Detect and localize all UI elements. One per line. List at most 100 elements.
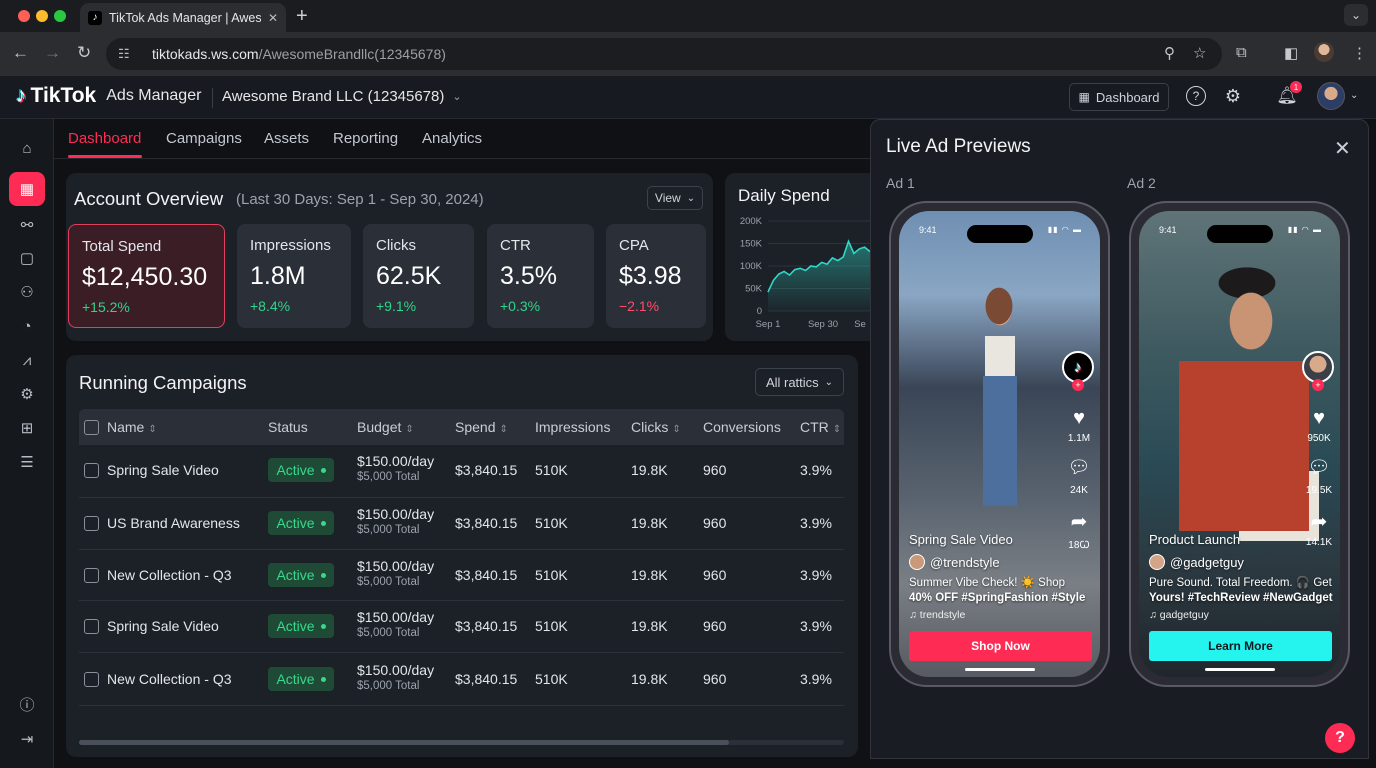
tab-assets[interactable]: Assets [264,130,309,147]
browser-profile-avatar[interactable] [1314,42,1334,62]
back-icon[interactable]: ← [12,43,29,63]
line-chart-icon[interactable]: ⩘ [9,343,45,377]
audience-icon[interactable]: ⚯ [9,208,45,242]
forward-icon[interactable]: → [44,43,61,63]
clicks-cell: 19.8K [631,567,668,583]
row-checkbox[interactable] [84,672,99,687]
reload-icon[interactable]: ↻ [77,43,91,63]
view-dropdown[interactable]: View ⌄ [647,186,703,210]
horizontal-scrollbar-thumb[interactable] [79,740,729,745]
zoom-icon[interactable]: ⚲ [1164,44,1175,62]
tiktok-logo[interactable]: ♪ TikTok Ads Manager [16,84,201,108]
close-window-button[interactable] [18,10,30,22]
column-header-conversions[interactable]: Conversions [703,419,781,435]
kpi-ctr[interactable]: CTR 3.5% +0.3% [487,224,594,328]
maximize-window-button[interactable] [54,10,66,22]
ad-1-video[interactable]: 9:41 ▮▮ ◠ ▬ ♪ + ♥ 1.1M 💬︎ 24K ➦ 18Ꞷ Spri… [899,211,1100,677]
address-bar[interactable]: ☷ tiktokads.ws.com /AwesomeBrandllc(1234… [106,38,1222,70]
minimize-window-button[interactable] [36,10,48,22]
tab-analytics[interactable]: Analytics [422,130,482,147]
campaign-name[interactable]: Spring Sale Video [107,618,219,634]
tab-campaigns[interactable]: Campaigns [166,130,242,147]
row-checkbox[interactable] [84,568,99,583]
browser-menu-icon[interactable]: ⋮ [1352,44,1367,62]
close-tab-icon[interactable]: ✕ [268,11,278,25]
follow-plus-icon[interactable]: + [1312,379,1324,391]
dynamic-island [967,225,1033,243]
add-asset-icon[interactable]: ⊞ [9,411,45,445]
campaign-name[interactable]: US Brand Awareness [107,515,240,531]
users-icon[interactable]: ⚇ [9,275,45,309]
dashboard-button[interactable]: ▦ Dashboard [1069,83,1169,111]
column-header-ctr[interactable]: CTR ⇕ [800,419,841,435]
settings-gear-icon[interactable]: ⚙ [1223,86,1243,106]
kpi-impressions[interactable]: Impressions 1.8M +8.4% [237,224,351,328]
dashboard-grid-icon[interactable]: ▦ [9,172,45,206]
video-title: Product Launch [1149,532,1241,547]
browser-tab[interactable]: ♪ TikTok Ads Manager | AwesomeBrand ✕ [80,3,286,32]
campaign-name[interactable]: Spring Sale Video [107,462,219,478]
follow-plus-icon[interactable]: + [1072,379,1084,391]
column-header-clicks[interactable]: Clicks ⇕ [631,419,681,435]
video-caption: Summer Vibe Check! ☀️ Shop 40% OFF #Spri… [909,577,1086,604]
column-header-impressions[interactable]: Impressions [535,419,610,435]
column-header-status[interactable]: Status [268,419,308,435]
kpi-value: $3.98 [619,262,682,290]
kpi-total-spend[interactable]: Total Spend $12,450.30 +15.2% [68,224,225,328]
help-icon[interactable]: ? [1186,86,1206,106]
creator-handle[interactable]: @trendstyle [909,554,1000,570]
extensions-icon[interactable]: ⧉ [1236,44,1247,61]
heart-icon[interactable]: ♥ [1306,407,1332,430]
campaign-name[interactable]: New Collection - Q3 [107,567,232,583]
home-icon[interactable]: ⌂ [9,131,45,165]
share-icon[interactable]: ➦ [1066,509,1092,534]
sort-icon: ⇕ [499,424,508,435]
help-floating-button[interactable]: ? [1325,723,1355,753]
select-all-checkbox[interactable] [84,420,99,435]
help-icon[interactable]: ⓘ [9,687,45,721]
kpi-value: 1.8M [250,262,306,290]
chevron-down-icon: ⌄ [686,192,696,204]
brand-name: TikTok [30,84,97,107]
campaign-name[interactable]: New Collection - Q3 [107,671,232,687]
settings-gear-icon[interactable]: ⚙ [9,377,45,411]
row-checkbox[interactable] [84,463,99,478]
column-header-name[interactable]: Name ⇕ [107,419,157,435]
tab-reporting[interactable]: Reporting [333,130,398,147]
column-header-budget[interactable]: Budget ⇕ [357,419,414,435]
kpi-cpa[interactable]: CPA $3.98 −2.1% [606,224,706,328]
ad-2-video[interactable]: 9:41 ▮▮ ◠ ▬ + ♥ 950K 💬︎ 19.5K ➦ 14.1K Pr… [1139,211,1340,677]
creator-handle[interactable]: @gadgetguy [1149,554,1244,570]
column-header-spend[interactable]: Spend ⇕ [455,419,508,435]
metrics-dropdown[interactable]: All rattics ⌄ [755,368,844,396]
kpi-clicks[interactable]: Clicks 62.5K +9.1% [363,224,474,328]
logout-icon[interactable]: ⇥ [9,722,45,756]
user-menu-chevron-icon[interactable]: ⌄ [1350,90,1358,101]
new-tab-button[interactable]: + [296,5,308,28]
heart-icon[interactable]: ♥ [1066,407,1092,430]
tab-search-button[interactable]: ⌄ [1344,4,1368,26]
shop-now-button[interactable]: Shop Now [909,631,1092,661]
share-icon[interactable]: ➦ [1306,509,1332,534]
comment-icon[interactable]: 💬︎ [1066,457,1092,478]
budget-cell: $150.00/day $5,000 Total [357,662,435,692]
row-checkbox[interactable] [84,516,99,531]
url-host: tiktokads.ws.com [152,46,259,62]
tab-dashboard[interactable]: Dashboard [68,130,141,147]
user-avatar[interactable] [1317,82,1345,110]
row-checkbox[interactable] [84,619,99,634]
learn-more-button[interactable]: Learn More [1149,631,1332,661]
site-info-icon[interactable]: ☷ [118,46,140,62]
bookmark-star-icon[interactable]: ☆ [1193,44,1206,62]
y-tick-label: 200K [740,216,763,227]
side-panel-icon[interactable]: ◧ [1284,44,1298,62]
comment-icon[interactable]: 💬︎ [1306,457,1332,478]
spend-cell: $3,840.15 [455,462,518,478]
pie-chart-icon[interactable]: ◔ [9,309,45,343]
account-switcher[interactable]: Awesome Brand LLC (12345678) ⌄ [222,88,462,105]
impressions-cell: 510K [535,671,568,687]
close-icon[interactable]: ✕ [1334,136,1351,161]
creative-icon[interactable]: ▢ [9,241,45,275]
budget-cell: $150.00/day $5,000 Total [357,506,435,536]
list-icon[interactable]: ☰ [9,445,45,479]
